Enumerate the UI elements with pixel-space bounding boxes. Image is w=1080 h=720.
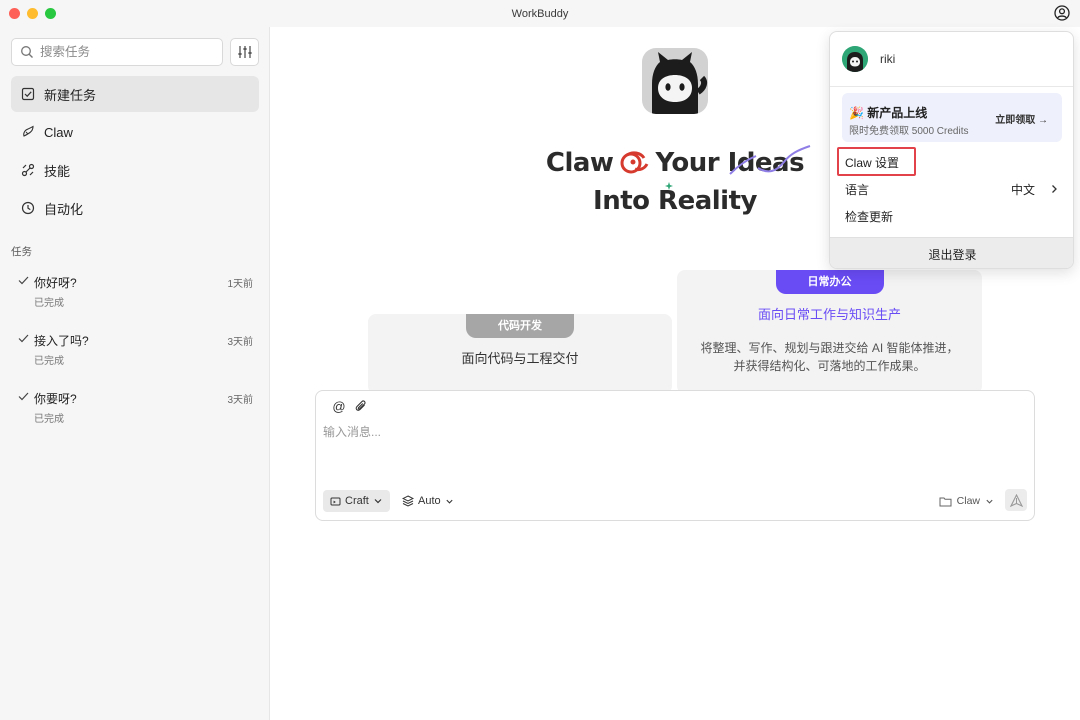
close-window-button[interactable] [9, 8, 20, 19]
model-select-button[interactable]: Auto [402, 490, 454, 512]
check-icon [18, 276, 29, 285]
card-tab-code: 代码开发 [466, 314, 574, 338]
check-icon [18, 334, 29, 343]
menu-item-label: 语言 [845, 182, 870, 197]
account-dropdown: riki 🎉 新产品上线 限时免费领取 5000 Credits 立即领取 → … [829, 31, 1074, 269]
task-status: 已完成 [34, 298, 64, 309]
folder-icon [939, 497, 952, 506]
title-bar: WorkBuddy [0, 0, 1080, 27]
chevron-right-icon [1052, 185, 1057, 193]
filter-button[interactable] [230, 38, 259, 66]
promo-description: 限时免费领取 5000 Credits [849, 126, 969, 137]
user-account-icon[interactable] [1054, 5, 1070, 21]
highlight-box [837, 147, 916, 176]
send-button[interactable] [1005, 489, 1027, 511]
claw-logo-icon [620, 151, 649, 174]
folder-code-icon [330, 497, 341, 505]
sidebar-item-label: 新建任务 [44, 87, 97, 103]
model-select-label: Auto [418, 495, 441, 507]
hero-headline: Claw Your Ideas Into Reality [490, 144, 860, 220]
card-subtitle-office: 面向日常工作与知识生产 [757, 307, 901, 322]
composer-tools: @ [332, 399, 368, 414]
task-name: 接入了吗? [34, 334, 89, 348]
hero-word-claw: Claw [545, 148, 614, 178]
chevron-down-icon [374, 499, 382, 504]
sparkle-icon [665, 182, 673, 190]
sliders-icon [237, 46, 252, 58]
sidebar-item-label: Claw [44, 124, 73, 140]
send-icon [1009, 493, 1023, 507]
window-controls [9, 8, 56, 19]
craft-mode-button[interactable]: Craft [323, 490, 390, 512]
hero-line-1: Claw Your Ideas [545, 144, 811, 182]
username: riki [880, 52, 896, 66]
task-time: 1天前 [227, 279, 253, 290]
message-input[interactable] [323, 423, 1023, 473]
skills-icon [21, 163, 35, 177]
chevron-down-icon [446, 499, 453, 504]
craft-mode-label: Craft [345, 495, 369, 507]
project-select-button[interactable]: Claw [939, 490, 994, 512]
cat-mascot-icon [652, 52, 708, 114]
sidebar-item-claw[interactable]: Claw [11, 114, 259, 150]
sidebar-item-label: 技能 [44, 163, 71, 179]
task-item[interactable]: 接入了吗? 已完成 3天前 [11, 322, 259, 380]
claw-icon [23, 125, 34, 137]
task-name: 你要呀? [34, 392, 77, 406]
clock-icon [21, 201, 35, 215]
task-list: 你好呀? 已完成 1天前 接入了吗? 已完成 3天前 你要呀? 已完成 3天前 [11, 264, 259, 438]
hero-line-2: Into Reality [593, 186, 757, 216]
app-logo [642, 48, 708, 114]
task-time: 3天前 [227, 395, 253, 406]
tasks-section-title: 任务 [11, 246, 32, 258]
sidebar-item-new-task[interactable]: 新建任务 [11, 76, 259, 112]
sidebar-item-automation[interactable]: 自动化 [11, 190, 259, 226]
office-mode-card[interactable]: 日常办公 面向日常工作与知识生产 将整理、写作、规划与跟进交给 AI 智能体推进… [677, 270, 982, 394]
mention-icon[interactable]: @ [332, 399, 346, 414]
task-item[interactable]: 你好呀? 已完成 1天前 [11, 264, 259, 322]
search-input[interactable] [40, 45, 210, 59]
task-item[interactable]: 你要呀? 已完成 3天前 [11, 380, 259, 438]
logout-label: 退出登录 [928, 247, 977, 262]
sidebar-nav: 新建任务 Claw 技能 自动化 [11, 76, 259, 228]
task-time: 3天前 [227, 337, 253, 348]
card-subtitle-code: 面向代码与工程交付 [461, 351, 579, 366]
check-icon [18, 392, 29, 401]
claim-now-link[interactable]: 立即领取 → [995, 111, 1048, 126]
hero-words-your-ideas: Your Ideas [655, 148, 805, 178]
language-value: 中文 [1010, 182, 1035, 197]
minimize-window-button[interactable] [27, 8, 38, 19]
sidebar-item-label: 自动化 [44, 201, 84, 217]
dropdown-user-row: riki [830, 32, 1073, 87]
menu-item-check-update[interactable]: 检查更新 [830, 204, 1073, 228]
sidebar-item-skills[interactable]: 技能 [11, 152, 259, 188]
promo-banner[interactable]: 🎉 新产品上线 限时免费领取 5000 Credits 立即领取 → [842, 93, 1062, 142]
attachment-icon[interactable] [354, 399, 368, 413]
search-box[interactable] [11, 38, 223, 66]
window-title: WorkBuddy [511, 7, 569, 20]
layers-icon [402, 495, 414, 507]
project-select-label: Claw [956, 495, 980, 507]
menu-item-label: 检查更新 [845, 209, 894, 224]
code-mode-card[interactable]: 代码开发 面向代码与工程交付 [368, 314, 672, 394]
task-name: 你好呀? [34, 276, 77, 290]
maximize-window-button[interactable] [45, 8, 56, 19]
message-composer: @ Craft Auto Claw [315, 390, 1035, 521]
task-status: 已完成 [34, 414, 64, 425]
new-task-icon [21, 87, 35, 101]
sidebar: 新建任务 Claw 技能 自动化 任 [0, 27, 270, 720]
card-description-office: 将整理、写作、规划与跟进交给 AI 智能体推进，并获得结构化、可落地的工作成果。 [700, 341, 959, 373]
promo-title: 🎉 新产品上线 [849, 106, 928, 120]
task-status: 已完成 [34, 356, 64, 367]
search-icon [21, 46, 33, 58]
menu-item-language[interactable]: 语言 中文 [830, 177, 1073, 201]
card-tab-office: 日常办公 [775, 270, 884, 294]
logout-button[interactable]: 退出登录 [830, 237, 1073, 268]
chevron-down-icon [986, 499, 993, 504]
avatar [842, 46, 868, 72]
